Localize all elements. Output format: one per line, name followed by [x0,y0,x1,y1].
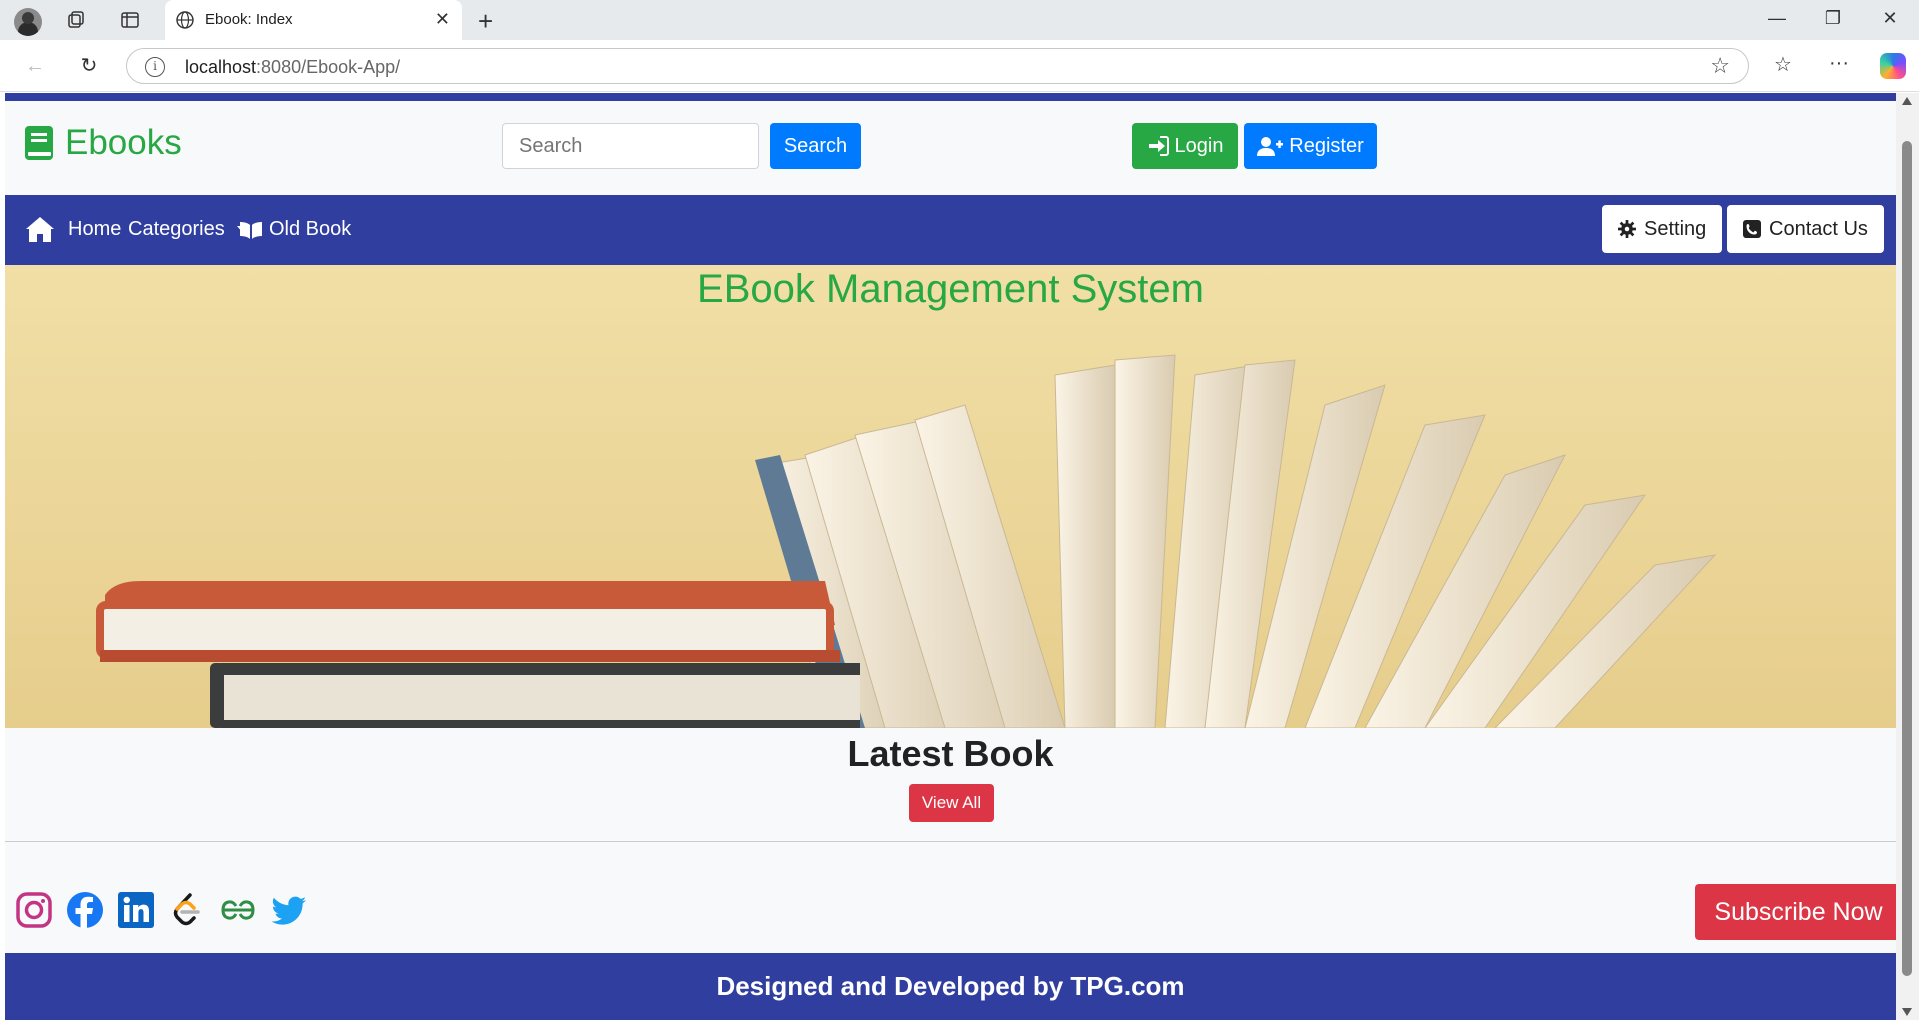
page: Ebooks Search Login Register Home Catego… [5,93,1902,1020]
hero-title: EBook Management System [697,267,1204,311]
linkedin-icon[interactable] [117,891,155,929]
page-scrollbar[interactable] [1896,93,1919,1020]
main-navbar: Home Categories Old Book Setting Contact… [5,195,1896,265]
nav-old-book-link[interactable]: Old Book [239,218,351,241]
leetcode-icon[interactable] [168,891,206,929]
contact-us-button[interactable]: Contact Us [1727,205,1884,253]
new-tab-icon[interactable]: + [478,6,493,37]
books-banner-image [5,265,1896,728]
refresh-icon[interactable]: ↻ [76,53,102,79]
divider [5,841,1896,842]
scroll-thumb[interactable] [1902,141,1912,976]
scroll-down-arrow[interactable] [1902,1008,1912,1016]
nav-categories-dropdown[interactable]: Categories [128,218,249,241]
close-tab-icon[interactable]: ✕ [435,9,450,30]
site-info-icon[interactable]: i [145,57,165,77]
geeksforgeeks-icon[interactable] [219,891,257,929]
favorite-star-icon[interactable]: ☆ [1710,53,1730,79]
collections-icon[interactable] [66,10,86,30]
contact-us-label: Contact Us [1769,217,1868,240]
open-book-icon [240,221,262,239]
register-button[interactable]: Register [1244,123,1377,169]
more-menu-icon[interactable]: ··· [1829,52,1849,75]
nav-home-link[interactable]: Home [68,218,121,241]
url-input[interactable]: i localhost:8080/Ebook-App/ ☆ [126,48,1749,84]
facebook-icon[interactable] [66,891,104,929]
browser-tab-active[interactable]: Ebook: Index ✕ [165,0,462,40]
scroll-up-arrow[interactable] [1902,97,1912,105]
login-label: Login [1174,134,1224,157]
old-book-label: Old Book [269,218,352,240]
minimize-icon[interactable]: — [1762,8,1792,29]
search-input[interactable] [502,123,759,169]
favorites-icon[interactable]: ☆ [1774,52,1792,77]
view-all-button[interactable]: View All [909,784,994,822]
latest-book-heading: Latest Book [847,733,1054,774]
phone-square-icon [1743,220,1761,238]
brand-name: Ebooks [65,123,182,162]
profile-avatar[interactable] [14,8,42,36]
categories-label: Categories [128,218,225,240]
home-icon[interactable] [25,215,55,243]
book-icon [25,126,53,160]
footer-text: Designed and Developed by TPG.com [716,971,1185,1001]
login-button[interactable]: Login [1132,123,1238,169]
close-window-icon[interactable]: ✕ [1875,8,1905,29]
copilot-icon[interactable] [1880,53,1906,79]
twitter-icon[interactable] [270,891,308,929]
back-icon[interactable]: ← [22,53,48,79]
setting-button[interactable]: Setting [1602,205,1723,253]
footer: Designed and Developed by TPG.com [5,953,1896,1020]
page-viewport: Ebooks Search Login Register Home Catego… [0,93,1919,1020]
register-label: Register [1289,134,1364,157]
setting-label: Setting [1644,217,1707,240]
url-text: localhost:8080/Ebook-App/ [185,57,401,77]
hero-banner: EBook Management System [5,265,1896,728]
restore-icon[interactable]: ❐ [1818,8,1848,29]
user-plus-icon [1257,137,1284,156]
top-strip [5,93,1896,101]
gear-icon [1618,220,1636,238]
globe-icon [175,10,195,30]
brand-logo[interactable]: Ebooks [25,123,182,163]
instagram-icon[interactable] [15,891,53,929]
browser-tab-bar: Ebook: Index ✕ + — ❐ ✕ [0,0,1919,40]
vertical-tabs-icon[interactable] [120,10,140,30]
search-button[interactable]: Search [770,123,861,169]
sign-in-icon [1148,136,1169,156]
tab-title: Ebook: Index [205,11,293,28]
subscribe-now-button[interactable]: Subscribe Now [1695,884,1902,940]
address-bar-row: ← ↻ i localhost:8080/Ebook-App/ ☆ ☆ ··· [0,40,1919,92]
